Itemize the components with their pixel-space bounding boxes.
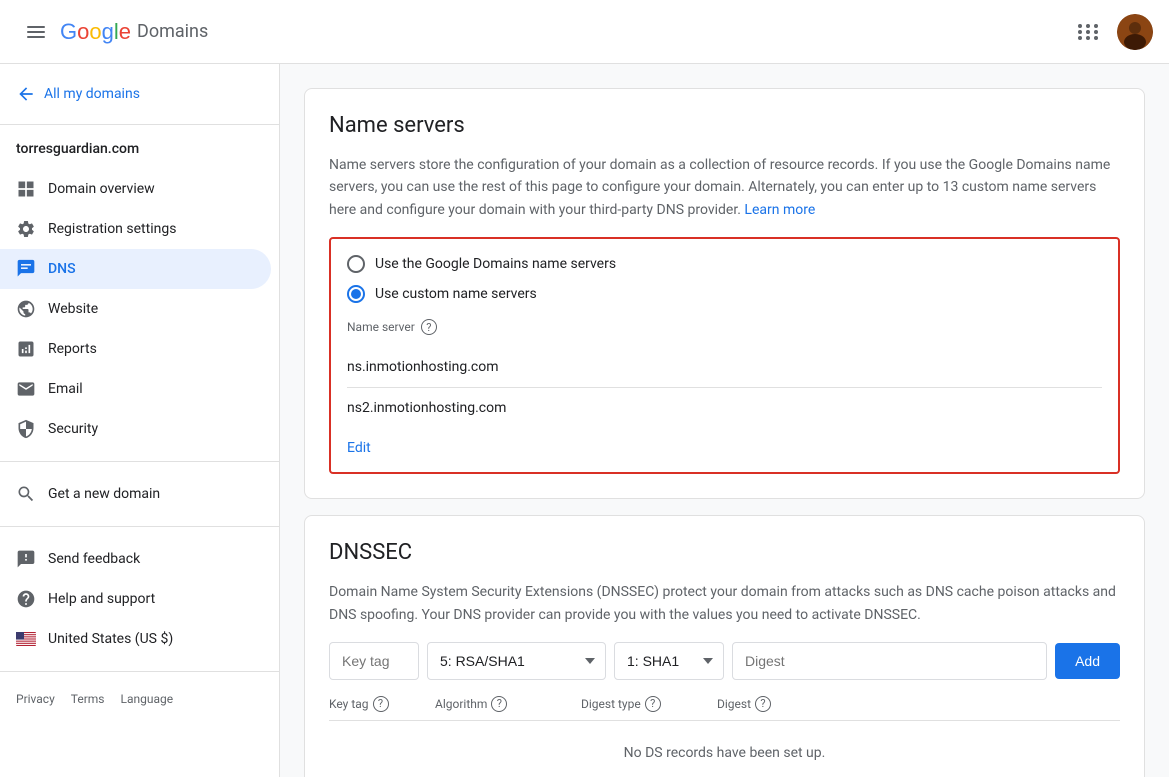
help-icon <box>16 589 36 609</box>
security-icon <box>16 419 36 439</box>
main-content: Name servers Name servers store the conf… <box>280 64 1169 777</box>
sidebar-divider-top <box>0 124 279 125</box>
radio-label-custom: Use custom name servers <box>375 286 537 302</box>
sidebar-item-dns[interactable]: DNS <box>0 249 271 289</box>
ns-entry-2: ns2.inmotionhosting.com <box>347 388 1102 428</box>
key-tag-col-header: Key tag ? <box>329 696 419 712</box>
dnssec-table-header: Key tag ? Algorithm ? Digest type ? Dige… <box>329 696 1120 721</box>
privacy-link[interactable]: Privacy <box>16 692 55 706</box>
name-servers-description: Name servers store the configuration of … <box>329 154 1120 221</box>
dnssec-description: Domain Name System Security Extensions (… <box>329 581 1120 626</box>
name-server-column-label: Name server ? <box>347 319 1102 335</box>
sidebar-item-label: Help and support <box>48 591 255 607</box>
dnssec-card: DNSSEC Domain Name System Security Exten… <box>304 515 1145 777</box>
sidebar-divider-middle <box>0 461 279 462</box>
back-label: All my domains <box>44 86 140 102</box>
sidebar-item-label: DNS <box>48 261 255 277</box>
sidebar-item-label: United States (US $) <box>48 631 255 647</box>
app-logo: Google Domains <box>60 19 208 45</box>
sidebar-item-get-new-domain[interactable]: Get a new domain <box>0 474 271 514</box>
sidebar-item-label: Domain overview <box>48 181 255 197</box>
learn-more-link[interactable]: Learn more <box>744 202 815 218</box>
algorithm-col-header: Algorithm ? <box>435 696 565 712</box>
search-icon <box>16 484 36 504</box>
digest-col-header: Digest ? <box>717 696 1120 712</box>
name-server-help-icon[interactable]: ? <box>421 319 437 335</box>
logo-google: Google <box>60 19 131 45</box>
sidebar-item-website[interactable]: Website <box>0 289 271 329</box>
radio-google-ns[interactable]: Use the Google Domains name servers <box>347 255 1102 273</box>
sidebar-item-label: Website <box>48 301 255 317</box>
radio-circle-google <box>347 255 365 273</box>
sidebar-divider-bottom <box>0 671 279 672</box>
sidebar-item-registration-settings[interactable]: Registration settings <box>0 209 271 249</box>
terms-link[interactable]: Terms <box>71 692 105 706</box>
key-tag-help-icon[interactable]: ? <box>373 696 389 712</box>
sidebar-item-help-support[interactable]: Help and support <box>0 579 271 619</box>
add-dnssec-button[interactable]: Add <box>1055 643 1120 679</box>
language-link[interactable]: Language <box>121 692 174 706</box>
digest-type-select[interactable]: 1: SHA12: SHA256 <box>614 642 724 680</box>
sidebar-item-reports[interactable]: Reports <box>0 329 271 369</box>
sidebar-item-label: Send feedback <box>48 551 255 567</box>
flag-icon <box>16 629 36 649</box>
sidebar-item-domain-overview[interactable]: Domain overview <box>0 169 271 209</box>
website-icon <box>16 299 36 319</box>
back-to-domains[interactable]: All my domains <box>0 72 279 116</box>
digest-help-icon[interactable]: ? <box>755 696 771 712</box>
sidebar: All my domains torresguardian.com Domain… <box>0 64 280 777</box>
settings-icon <box>16 219 36 239</box>
grid-icon <box>16 179 36 199</box>
sidebar-domain-name: torresguardian.com <box>0 133 279 169</box>
key-tag-input[interactable] <box>329 642 419 680</box>
name-servers-card: Name servers Name servers store the conf… <box>304 88 1145 499</box>
edit-name-servers-link[interactable]: Edit <box>347 440 371 456</box>
radio-custom-ns[interactable]: Use custom name servers <box>347 285 1102 303</box>
dns-icon <box>16 259 36 279</box>
sidebar-item-send-feedback[interactable]: Send feedback <box>0 539 271 579</box>
sidebar-item-label: Reports <box>48 341 255 357</box>
sidebar-divider-footer <box>0 526 279 527</box>
dnssec-form: 5: RSA/SHA17: RSA/SHA1-NSEC38: RSA/SHA25… <box>329 642 1120 680</box>
digest-type-col-header: Digest type ? <box>581 696 701 712</box>
logo-domains: Domains <box>137 21 208 42</box>
radio-circle-custom <box>347 285 365 303</box>
digest-type-help-icon[interactable]: ? <box>645 696 661 712</box>
sidebar-item-label: Get a new domain <box>48 486 255 502</box>
main-layout: All my domains torresguardian.com Domain… <box>0 64 1169 777</box>
no-records-message: No DS records have been set up. <box>329 721 1120 777</box>
digest-input[interactable] <box>732 642 1047 680</box>
menu-icon[interactable] <box>16 12 56 52</box>
name-servers-box: Use the Google Domains name servers Use … <box>329 237 1120 474</box>
dnssec-title: DNSSEC <box>329 540 1120 565</box>
reports-icon <box>16 339 36 359</box>
sidebar-item-label: Registration settings <box>48 221 255 237</box>
radio-label-google: Use the Google Domains name servers <box>375 256 616 272</box>
user-avatar[interactable] <box>1117 14 1153 50</box>
sidebar-item-security[interactable]: Security <box>0 409 271 449</box>
feedback-icon <box>16 549 36 569</box>
sidebar-item-label: Security <box>48 421 255 437</box>
algorithm-help-icon[interactable]: ? <box>491 696 507 712</box>
email-icon <box>16 379 36 399</box>
sidebar-item-language[interactable]: United States (US $) <box>0 619 271 659</box>
apps-icon[interactable] <box>1069 12 1109 52</box>
name-servers-title: Name servers <box>329 113 1120 138</box>
name-server-radio-group: Use the Google Domains name servers Use … <box>347 255 1102 303</box>
sidebar-item-email[interactable]: Email <box>0 369 271 409</box>
algorithm-select[interactable]: 5: RSA/SHA17: RSA/SHA1-NSEC38: RSA/SHA25… <box>427 642 606 680</box>
sidebar-item-label: Email <box>48 381 255 397</box>
app-header: Google Domains <box>0 0 1169 64</box>
ns-entry-1: ns.inmotionhosting.com <box>347 347 1102 388</box>
